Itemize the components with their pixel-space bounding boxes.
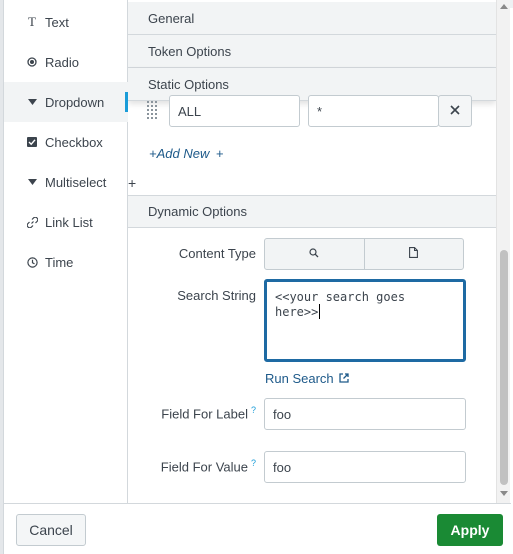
input-type-radio[interactable]: Radio <box>4 42 128 82</box>
search-string-label: Search String <box>177 288 256 303</box>
external-link-icon <box>339 371 349 386</box>
dropdown-caret-icon <box>25 99 39 105</box>
section-dynamic-options[interactable]: Dynamic Options <box>128 195 496 228</box>
field-value: * <box>317 103 323 119</box>
input-type-checkbox[interactable]: Checkbox <box>4 122 128 162</box>
scroll-down-arrow-icon[interactable] <box>500 491 508 496</box>
content-type-toggle <box>264 238 464 270</box>
input-editor-panel: T Text Radio Dropdown Checkbox Multisele… <box>3 0 511 554</box>
search-string-input[interactable]: <<your search goes here>> <box>264 279 466 362</box>
section-token-options[interactable]: Token Options <box>128 35 496 68</box>
section-title: General <box>148 10 195 26</box>
field-value: ALL <box>178 103 202 119</box>
input-type-dropdown[interactable]: Dropdown <box>4 82 128 122</box>
search-string-value: <<your search goes here>> <box>275 290 406 319</box>
text-icon: T <box>28 14 36 29</box>
search-icon <box>309 247 319 261</box>
text-cursor <box>319 304 321 319</box>
field-for-label-input[interactable]: foo <box>264 398 466 430</box>
scrollbar[interactable] <box>496 0 510 503</box>
add-new-link[interactable]: +Add New + <box>149 146 224 161</box>
drag-handle-icon[interactable] <box>147 100 159 120</box>
section-title: Static Options <box>148 76 229 92</box>
clock-icon <box>25 256 39 268</box>
field-for-label-text: Field For Label <box>161 406 248 422</box>
field-for-value-input[interactable]: foo <box>264 451 466 483</box>
field-for-label-label: Field For Label? <box>138 405 256 421</box>
close-icon <box>450 102 460 120</box>
field-for-value-text: Field For Value <box>160 459 248 475</box>
input-type-link-list[interactable]: Link List <box>4 202 128 242</box>
plus-icon: + <box>215 146 224 161</box>
input-type-multiselect[interactable]: Multiselect <box>4 162 128 202</box>
add-new-label: +Add New <box>149 146 210 161</box>
run-search-link[interactable]: Run Search <box>265 371 349 386</box>
content-type-label: Content Type <box>178 246 256 261</box>
input-type-label: Radio <box>45 54 79 70</box>
input-type-label: Checkbox <box>45 134 103 150</box>
radio-icon <box>25 57 39 67</box>
help-icon[interactable]: ? <box>251 405 256 415</box>
input-type-label: Time <box>45 254 74 270</box>
options-content: General Token Options Static Options ALL… <box>128 0 496 503</box>
section-title: Token Options <box>148 43 232 59</box>
static-option-value-field[interactable]: * <box>308 95 439 127</box>
run-search-label: Run Search <box>265 371 334 386</box>
multiselect-caret-icon <box>25 179 39 185</box>
scrollbar-thumb[interactable] <box>500 250 508 485</box>
plus-icon: + <box>128 175 137 191</box>
link-icon <box>25 216 39 228</box>
section-title: Dynamic Options <box>148 204 247 219</box>
input-type-label: Text <box>45 14 69 30</box>
input-type-label: Dropdown <box>45 94 105 110</box>
field-value: foo <box>273 459 292 475</box>
section-general[interactable]: General <box>128 2 496 35</box>
document-icon <box>409 247 419 261</box>
dialog-footer: Cancel Apply <box>4 503 511 554</box>
scroll-up-arrow-icon[interactable] <box>500 4 508 9</box>
checkbox-icon <box>25 137 39 147</box>
static-option-label-field[interactable]: ALL <box>169 95 300 127</box>
input-type-label: Link List <box>45 214 93 230</box>
input-type-text[interactable]: T Text <box>4 2 128 42</box>
field-value: foo <box>273 406 292 422</box>
field-for-value-label: Field For Value? <box>138 458 256 474</box>
apply-button[interactable]: Apply <box>437 514 503 546</box>
cancel-button[interactable]: Cancel <box>16 514 86 546</box>
content-type-search-option[interactable] <box>265 239 364 269</box>
input-type-list: T Text Radio Dropdown Checkbox Multisele… <box>4 0 128 503</box>
help-icon[interactable]: ? <box>251 458 256 468</box>
content-type-report-option[interactable] <box>363 239 464 269</box>
remove-option-button[interactable] <box>438 95 472 127</box>
input-type-time[interactable]: Time <box>4 242 128 282</box>
input-type-label: Multiselect <box>45 174 107 190</box>
